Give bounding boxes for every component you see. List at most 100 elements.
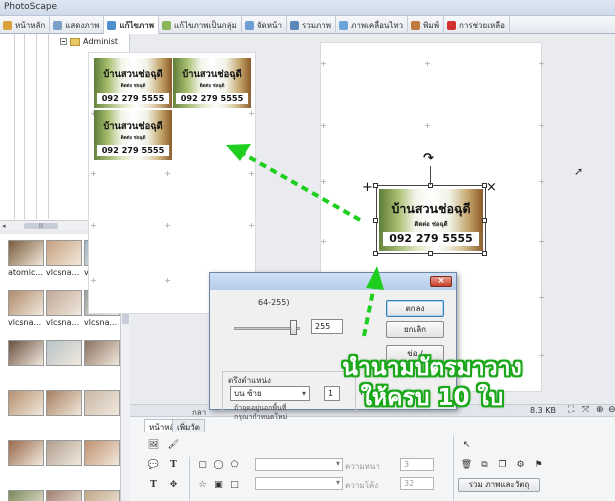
resize-handle[interactable]	[373, 251, 378, 256]
dialog-close-button[interactable]: ×	[430, 276, 452, 287]
tab-icon	[244, 20, 254, 30]
tab-4[interactable]: จัดหน้า	[242, 16, 287, 34]
resize-handle[interactable]	[482, 218, 487, 223]
square-tool-icon[interactable]: □	[229, 479, 240, 490]
object-settings-icon[interactable]: ⚑	[533, 459, 544, 470]
brush-tool-icon[interactable]: 🖌	[168, 439, 179, 450]
opacity-value-input[interactable]: 255	[311, 319, 343, 334]
copy-object-icon[interactable]: ❐	[497, 459, 508, 470]
position-select[interactable]: บน ซ้าย ▾	[230, 386, 310, 401]
scroll-thumb[interactable]: |||	[24, 223, 58, 229]
grid-cross	[249, 223, 254, 228]
cancel-button[interactable]: ยกเลิก	[386, 321, 444, 338]
tool-divider	[453, 435, 454, 501]
clone-tool-icon[interactable]: ✥	[168, 479, 179, 490]
grid-cross	[539, 61, 544, 66]
thumbnail-item[interactable]	[46, 340, 84, 368]
thumbnail-item[interactable]	[84, 490, 122, 501]
thumbnail-item[interactable]	[84, 390, 122, 418]
text-tool-icon[interactable]: T	[168, 459, 179, 470]
thumbnail-image	[84, 440, 120, 466]
tab-label: แก้ไขภาพ	[119, 20, 154, 30]
rounded-rect-tool-icon[interactable]: ▣	[213, 479, 224, 490]
speech-bubble-icon[interactable]: 💬	[148, 459, 159, 470]
placed-business-card[interactable]: บ้านสวนช่อฉุดี ติดต่อ ช่อฉุดี 092 279 5555	[173, 58, 251, 108]
thumbnail-item[interactable]	[46, 440, 84, 468]
photo-tool-icon[interactable]: 🖼	[148, 439, 159, 450]
thumbnail-item[interactable]: vlcsna...	[8, 290, 46, 327]
placed-business-card[interactable]: บ้านสวนช่อฉุดี ติดต่อ ช่อฉุดี 092 279 5555	[94, 110, 172, 160]
card-contact: ติดต่อ ช่อฉุดี	[120, 84, 146, 89]
trash-icon[interactable]: 🗑	[461, 459, 472, 470]
scroll-left-icon[interactable]: ◂	[2, 222, 6, 230]
thumbnail-item[interactable]	[84, 440, 122, 468]
grid-cross	[91, 278, 96, 283]
pentagon-tool-icon[interactable]: ⬠	[229, 459, 240, 470]
position-select-value: บน ซ้าย	[234, 389, 262, 398]
tab-2[interactable]: แก้ไขภาพ	[104, 16, 159, 34]
delete-icon[interactable]: ×	[486, 180, 497, 195]
rotate-icon[interactable]: ↷	[423, 151, 434, 166]
thumbnail-item[interactable]	[8, 390, 46, 418]
thumbnail-item[interactable]: vlcsna...	[46, 290, 84, 327]
pointer-icon[interactable]: ↖	[461, 439, 472, 450]
tab-label: แสดงภาพ	[65, 20, 100, 30]
card-name: บ้านสวนช่อฉุดี	[103, 68, 163, 80]
bring-front-icon[interactable]: ⧉	[479, 459, 490, 470]
tab-1[interactable]: แสดงภาพ	[50, 16, 105, 34]
rounding-spinner[interactable]: 32	[400, 477, 434, 490]
ellipse-tool-icon[interactable]: ◯	[213, 459, 224, 470]
star-tool-icon[interactable]: ☆	[197, 479, 208, 490]
line-style-select[interactable]	[255, 458, 343, 471]
tab-add-object[interactable]: เพิ่มวัต	[172, 419, 205, 432]
placed-business-card[interactable]: บ้านสวนช่อฉุดี ติดต่อ ช่อฉุดี 092 279 5555	[94, 58, 172, 108]
card-phone: 092 279 5555	[180, 92, 244, 103]
tab-8[interactable]: การช่วยเหลือ	[444, 16, 510, 34]
move-icon[interactable]: +	[362, 180, 373, 195]
tab-label: พิมพ์	[423, 20, 439, 30]
grid-cross	[321, 61, 326, 66]
thumbnail-item[interactable]	[84, 340, 122, 368]
tab-label: การช่วยเหลือ	[458, 20, 505, 30]
tab-0[interactable]: หน้าหลัก	[0, 16, 51, 34]
resize-handle[interactable]	[373, 218, 378, 223]
thumbnail-item[interactable]	[46, 490, 84, 501]
ok-button[interactable]: ตกลง	[386, 300, 444, 317]
thumbnail-item[interactable]	[8, 490, 46, 501]
tool-divider	[189, 457, 190, 501]
tab-7[interactable]: พิมพ์	[408, 16, 444, 34]
actual-size-icon[interactable]: ⤧	[582, 405, 589, 415]
text-effect-icon[interactable]: T	[148, 479, 159, 490]
combine-image-and-objects-button[interactable]: รวม ภาพและวัตถุ	[458, 478, 540, 492]
thumbnail-item[interactable]	[8, 440, 46, 468]
thumbnail-item[interactable]: vlcsna...	[46, 240, 84, 277]
thumbnail-label: atomic...	[8, 268, 43, 277]
resize-handle[interactable]	[428, 251, 433, 256]
fit-icon[interactable]: ⛶	[568, 405, 574, 415]
card-contact: ติดต่อ ช่อฉุดี	[120, 136, 146, 141]
grid-cross	[165, 171, 170, 176]
tab-6[interactable]: ภาพเคลื่อนไหว	[336, 16, 409, 34]
zoom-in-icon[interactable]: ⊕	[596, 405, 604, 415]
resize-handle[interactable]	[482, 251, 487, 256]
selection-frame[interactable]	[376, 185, 486, 254]
collapse-toggle-icon[interactable]	[60, 38, 67, 45]
grid-cross	[425, 61, 430, 66]
tab-5[interactable]: รวมภาพ	[287, 16, 337, 34]
thumbnail-item[interactable]	[8, 340, 46, 368]
thumbnail-image	[8, 290, 44, 316]
tab-3[interactable]: แก้ไขภาพเป็นกลุ่ม	[159, 16, 242, 34]
fill-style-select[interactable]	[255, 477, 343, 490]
thickness-spinner[interactable]: 3	[400, 458, 434, 471]
opacity-slider-knob[interactable]	[290, 320, 297, 335]
tab-label: แก้ไขภาพเป็นกลุ่ม	[173, 20, 237, 30]
thumbnail-item[interactable]: atomic...	[8, 240, 46, 277]
rectangle-tool-icon[interactable]: ▢	[197, 459, 208, 470]
annotation-line1: นำนามบัตรมาวาง	[342, 355, 522, 381]
thumbnail-item[interactable]	[46, 390, 84, 418]
resize-handle[interactable]	[373, 183, 378, 188]
tree-item-folder[interactable]: Administ	[60, 37, 118, 46]
thumbnail-image	[46, 340, 82, 366]
zoom-out-icon[interactable]: ⊖	[608, 405, 615, 415]
group-object-icon[interactable]: ⚙	[515, 459, 526, 470]
